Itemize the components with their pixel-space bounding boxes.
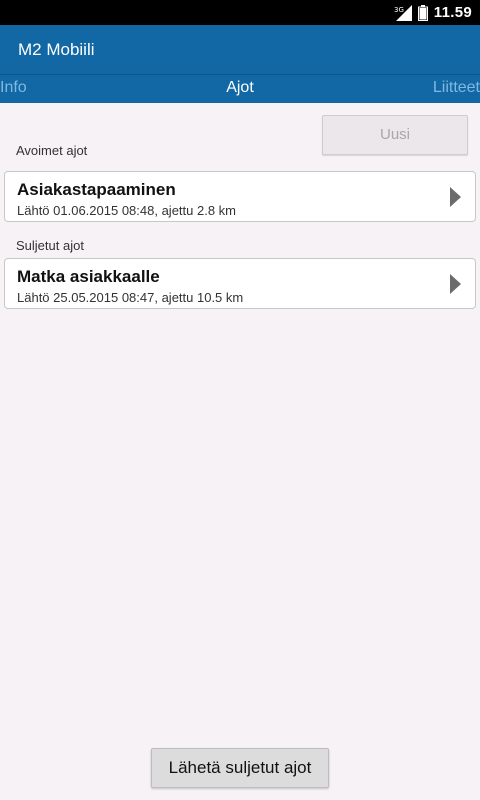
action-bar: M2 Mobiili [0,25,480,74]
tab-ajot-container: Ajot [0,79,480,97]
trip-detail: Lähtö 01.06.2015 08:48, ajettu 2.8 km [17,203,237,218]
signal-icon: 3G [394,4,412,21]
trips-content: Uusi Avoimet ajot Asiakastapaaminen Läht… [0,103,480,800]
list-item-closed-trip[interactable]: Matka asiakkaalle Lähtö 25.05.2015 08:47… [4,258,476,309]
trip-detail: Lähtö 25.05.2015 08:47, ajettu 10.5 km [17,290,244,305]
network-type-label: 3G [394,6,404,14]
status-time: 11.59 [433,4,472,21]
trip-title: Asiakastapaaminen [17,180,176,199]
chevron-right-icon [450,274,461,294]
battery-icon [417,4,428,21]
tab-ajot[interactable]: Ajot [226,79,254,96]
new-trip-button[interactable]: Uusi [322,115,468,155]
tab-liitteet[interactable]: Liitteet [433,79,480,97]
list-item-open-trip[interactable]: Asiakastapaaminen Lähtö 01.06.2015 08:48… [4,171,476,222]
closed-trips-label: Suljetut ajot [16,238,84,253]
trip-title: Matka asiakkaalle [17,267,160,286]
open-trips-label: Avoimet ajot [16,143,88,158]
tab-info[interactable]: Info [0,79,27,97]
app-title: M2 Mobiili [18,39,95,59]
tab-strip: Info Ajot Liitteet [0,75,480,103]
chevron-right-icon [450,187,461,207]
status-bar: 3G 11.59 [0,0,480,25]
send-closed-trips-button[interactable]: Lähetä suljetut ajot [151,748,329,788]
